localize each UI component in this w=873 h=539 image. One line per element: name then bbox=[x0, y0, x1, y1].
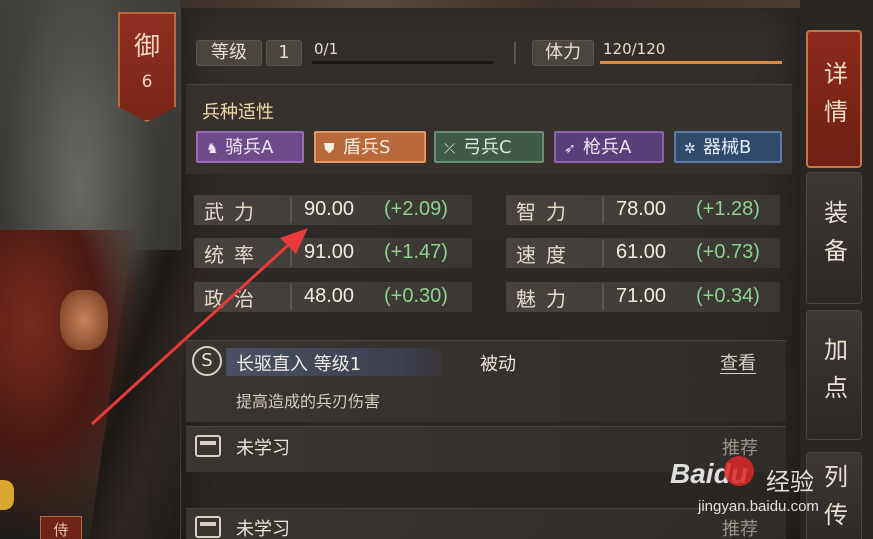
watermark-cn: 经验 bbox=[766, 468, 814, 496]
paw-icon bbox=[724, 456, 754, 486]
panel-top-decoration bbox=[180, 0, 800, 8]
aptitude-badge-label: 盾兵S bbox=[343, 137, 391, 158]
exp-bar bbox=[312, 61, 494, 64]
skill-view-link[interactable]: 查看 bbox=[720, 349, 756, 375]
aptitude-badge[interactable]: ⤫ 弓兵C bbox=[434, 131, 544, 163]
bottom-rank-banner: 侍 bbox=[40, 516, 82, 539]
shield-icon: ⛊ bbox=[324, 141, 335, 157]
stamina-bar-fill bbox=[600, 61, 782, 64]
tab-detail[interactable]: 详情 bbox=[806, 30, 862, 168]
aptitude-badge-label: 骑兵A bbox=[225, 137, 274, 158]
stat-bonus: (+0.30) bbox=[384, 285, 448, 307]
watermark-url: jingyan.baidu.com bbox=[698, 498, 819, 515]
stat-bonus: (+2.09) bbox=[384, 198, 448, 220]
stat-value: 78.00 bbox=[616, 198, 667, 220]
level-divider bbox=[514, 42, 516, 64]
stat-bonus: (+0.34) bbox=[696, 285, 760, 307]
aptitude-title: 兵种适性 bbox=[202, 102, 274, 123]
skill-slot-2-label: 未学习 bbox=[236, 438, 290, 459]
skill-grade-badge: S bbox=[192, 346, 222, 376]
horse-icon: ♞ bbox=[206, 141, 219, 157]
stat-label: 智力 bbox=[516, 200, 576, 224]
stat-bonus: (+1.47) bbox=[384, 241, 448, 263]
empty-slot-icon bbox=[195, 516, 221, 538]
tab-equipment[interactable]: 装备 bbox=[806, 172, 862, 304]
hero-portrait-hand bbox=[60, 290, 108, 350]
rank-title: 御 bbox=[133, 32, 160, 62]
aptitude-badge[interactable]: ♞ 骑兵A bbox=[196, 131, 304, 163]
tab-points[interactable]: 加点 bbox=[806, 310, 862, 440]
stat-value: 61.00 bbox=[616, 241, 667, 263]
stat-value: 91.00 bbox=[304, 241, 355, 263]
exp-text: 0/1 bbox=[314, 40, 339, 58]
skill-name: 长驱直入 等级1 bbox=[236, 354, 362, 375]
gear-icon: ✲ bbox=[684, 141, 696, 157]
aptitude-badge-label: 枪兵A bbox=[583, 137, 632, 158]
stamina-label: 体力 bbox=[532, 40, 594, 66]
aptitude-badge-label: 弓兵C bbox=[463, 137, 512, 158]
aptitude-badge-label: 器械B bbox=[703, 137, 752, 158]
stat-label: 政治 bbox=[204, 287, 264, 311]
aptitude-badge[interactable]: ✲ 器械B bbox=[674, 131, 782, 163]
hero-portrait-ornament bbox=[0, 480, 14, 510]
empty-slot-icon bbox=[195, 435, 221, 457]
rank-number: 6 bbox=[141, 72, 153, 92]
baidu-watermark: Baidu 经验 jingyan.baidu.com bbox=[668, 454, 868, 539]
stat-label: 魅力 bbox=[516, 287, 576, 311]
spear-icon: ➶ bbox=[564, 141, 576, 157]
aptitude-badge[interactable]: ⛊ 盾兵S bbox=[314, 131, 426, 163]
stat-separator bbox=[290, 284, 292, 310]
stat-value: 90.00 bbox=[304, 198, 355, 220]
stat-bonus: (+1.28) bbox=[696, 198, 760, 220]
stat-value: 48.00 bbox=[304, 285, 355, 307]
skill-type: 被动 bbox=[480, 354, 516, 375]
stat-bonus: (+0.73) bbox=[696, 241, 760, 263]
stat-value: 71.00 bbox=[616, 285, 667, 307]
stamina-bar bbox=[600, 61, 782, 64]
level-value: 1 bbox=[266, 40, 302, 66]
stat-separator bbox=[290, 197, 292, 223]
skill-slot-3-label: 未学习 bbox=[236, 519, 290, 539]
stat-label: 速度 bbox=[516, 243, 576, 267]
skill-description: 提高造成的兵刃伤害 bbox=[236, 392, 381, 411]
stat-separator bbox=[602, 240, 604, 266]
bow-icon: ⤫ bbox=[444, 141, 456, 157]
stat-label: 武力 bbox=[204, 200, 264, 224]
stamina-text: 120/120 bbox=[603, 40, 666, 58]
aptitude-badge[interactable]: ➶ 枪兵A bbox=[554, 131, 664, 163]
stat-separator bbox=[602, 197, 604, 223]
stat-separator bbox=[602, 284, 604, 310]
rank-banner: 御 6 bbox=[118, 12, 176, 122]
stat-label: 统率 bbox=[204, 243, 264, 267]
stat-separator bbox=[290, 240, 292, 266]
level-label: 等级 bbox=[196, 40, 262, 66]
